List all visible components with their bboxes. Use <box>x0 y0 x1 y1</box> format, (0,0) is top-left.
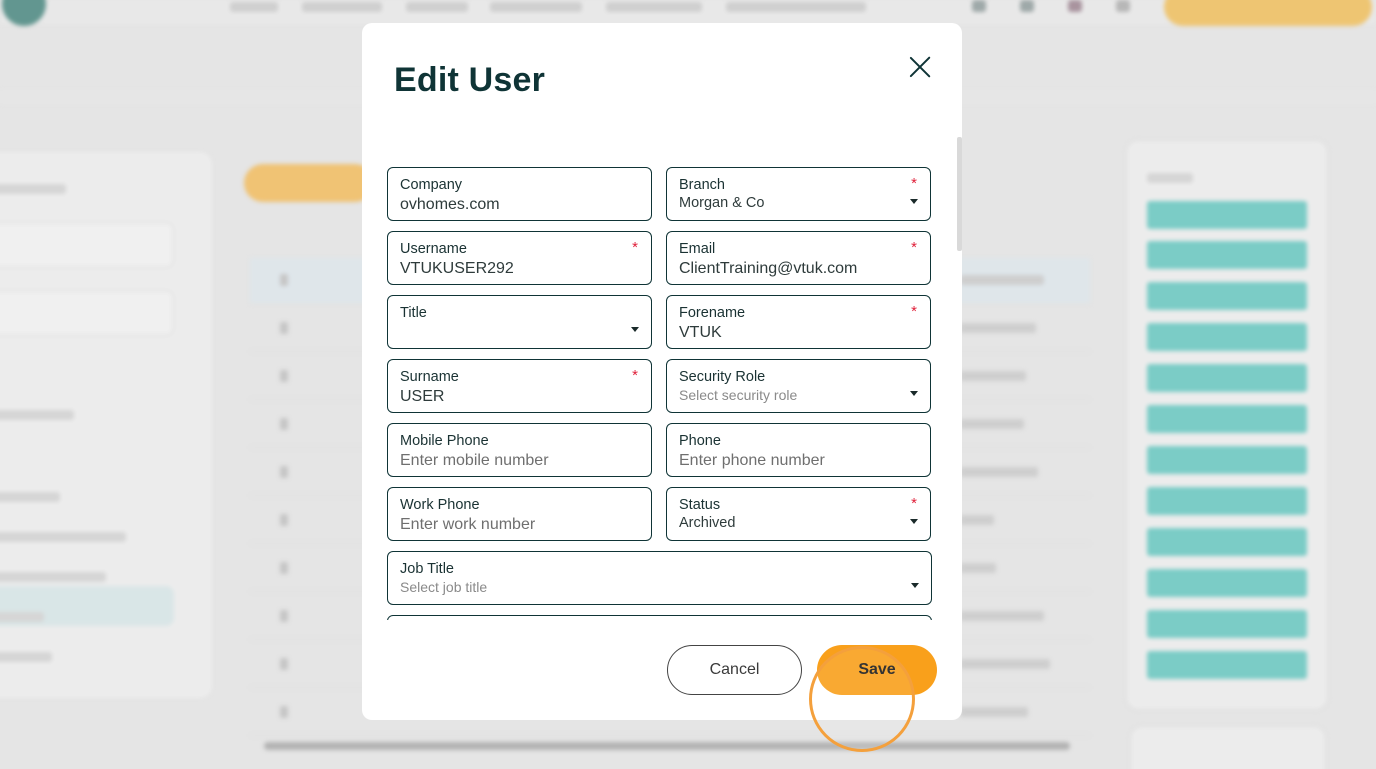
mobile-phone-placeholder: Enter mobile number <box>400 452 549 469</box>
field-label: Company <box>400 177 463 193</box>
save-button[interactable]: Save <box>817 645 937 695</box>
field-label: Title <box>400 305 427 321</box>
chevron-down-icon <box>911 583 919 588</box>
title-select[interactable]: Title <box>387 295 652 349</box>
edit-user-form: Company ovhomes.com Branch * Morgan & Co… <box>386 166 934 620</box>
phone-field[interactable]: Phone Enter phone number <box>666 423 931 477</box>
work-phone-placeholder: Enter work number <box>400 516 536 533</box>
work-phone-field[interactable]: Work Phone Enter work number <box>387 487 652 541</box>
cancel-button[interactable]: Cancel <box>667 645 802 695</box>
chevron-down-icon <box>631 327 639 332</box>
required-marker: * <box>911 175 917 192</box>
field-label: Email <box>679 241 716 257</box>
dialog-title: Edit User <box>394 61 546 99</box>
security-role-select[interactable]: Security Role Select security role <box>666 359 931 413</box>
field-label: Security Role <box>679 369 766 385</box>
field-label: Surname <box>400 369 459 385</box>
forename-value: VTUK <box>679 324 722 341</box>
mobile-phone-field[interactable]: Mobile Phone Enter mobile number <box>387 423 652 477</box>
security-role-placeholder: Select security role <box>679 387 798 403</box>
status-select[interactable]: Status * Archived <box>666 487 931 541</box>
field-label: Job Title <box>400 561 454 577</box>
field-label: Username <box>400 241 467 257</box>
edit-user-dialog: Edit User Company ovhomes.com Branch * M… <box>362 23 962 720</box>
required-marker: * <box>911 495 917 512</box>
required-marker: * <box>632 239 638 256</box>
job-title-placeholder: Select job title <box>400 579 488 595</box>
chevron-down-icon <box>910 519 918 524</box>
company-field[interactable]: Company ovhomes.com <box>387 167 652 221</box>
surname-field[interactable]: Surname * USER <box>387 359 652 413</box>
chevron-down-icon <box>910 199 918 204</box>
next-field-partial[interactable] <box>387 615 932 620</box>
forename-field[interactable]: Forename * VTUK <box>666 295 931 349</box>
field-label: Status <box>679 497 721 513</box>
required-marker: * <box>911 303 917 320</box>
field-label: Branch <box>679 177 725 193</box>
company-value: ovhomes.com <box>400 196 500 213</box>
email-value: ClientTraining@vtuk.com <box>679 260 858 277</box>
field-label: Phone <box>679 433 721 449</box>
dialog-scrollbar[interactable] <box>957 137 962 251</box>
branch-value: Morgan & Co <box>679 195 765 211</box>
branch-select[interactable]: Branch * Morgan & Co <box>666 167 931 221</box>
field-label: Forename <box>679 305 746 321</box>
username-field[interactable]: Username * VTUKUSER292 <box>387 231 652 285</box>
field-label: Mobile Phone <box>400 433 489 449</box>
field-label: Work Phone <box>400 497 480 513</box>
status-value: Archived <box>679 515 736 531</box>
surname-value: USER <box>400 388 445 405</box>
job-title-select[interactable]: Job Title Select job title <box>387 551 932 605</box>
phone-placeholder: Enter phone number <box>679 452 825 469</box>
required-marker: * <box>632 367 638 384</box>
close-icon[interactable] <box>904 51 936 83</box>
email-field[interactable]: Email * ClientTraining@vtuk.com <box>666 231 931 285</box>
username-value: VTUKUSER292 <box>400 260 514 277</box>
required-marker: * <box>911 239 917 256</box>
chevron-down-icon <box>910 391 918 396</box>
